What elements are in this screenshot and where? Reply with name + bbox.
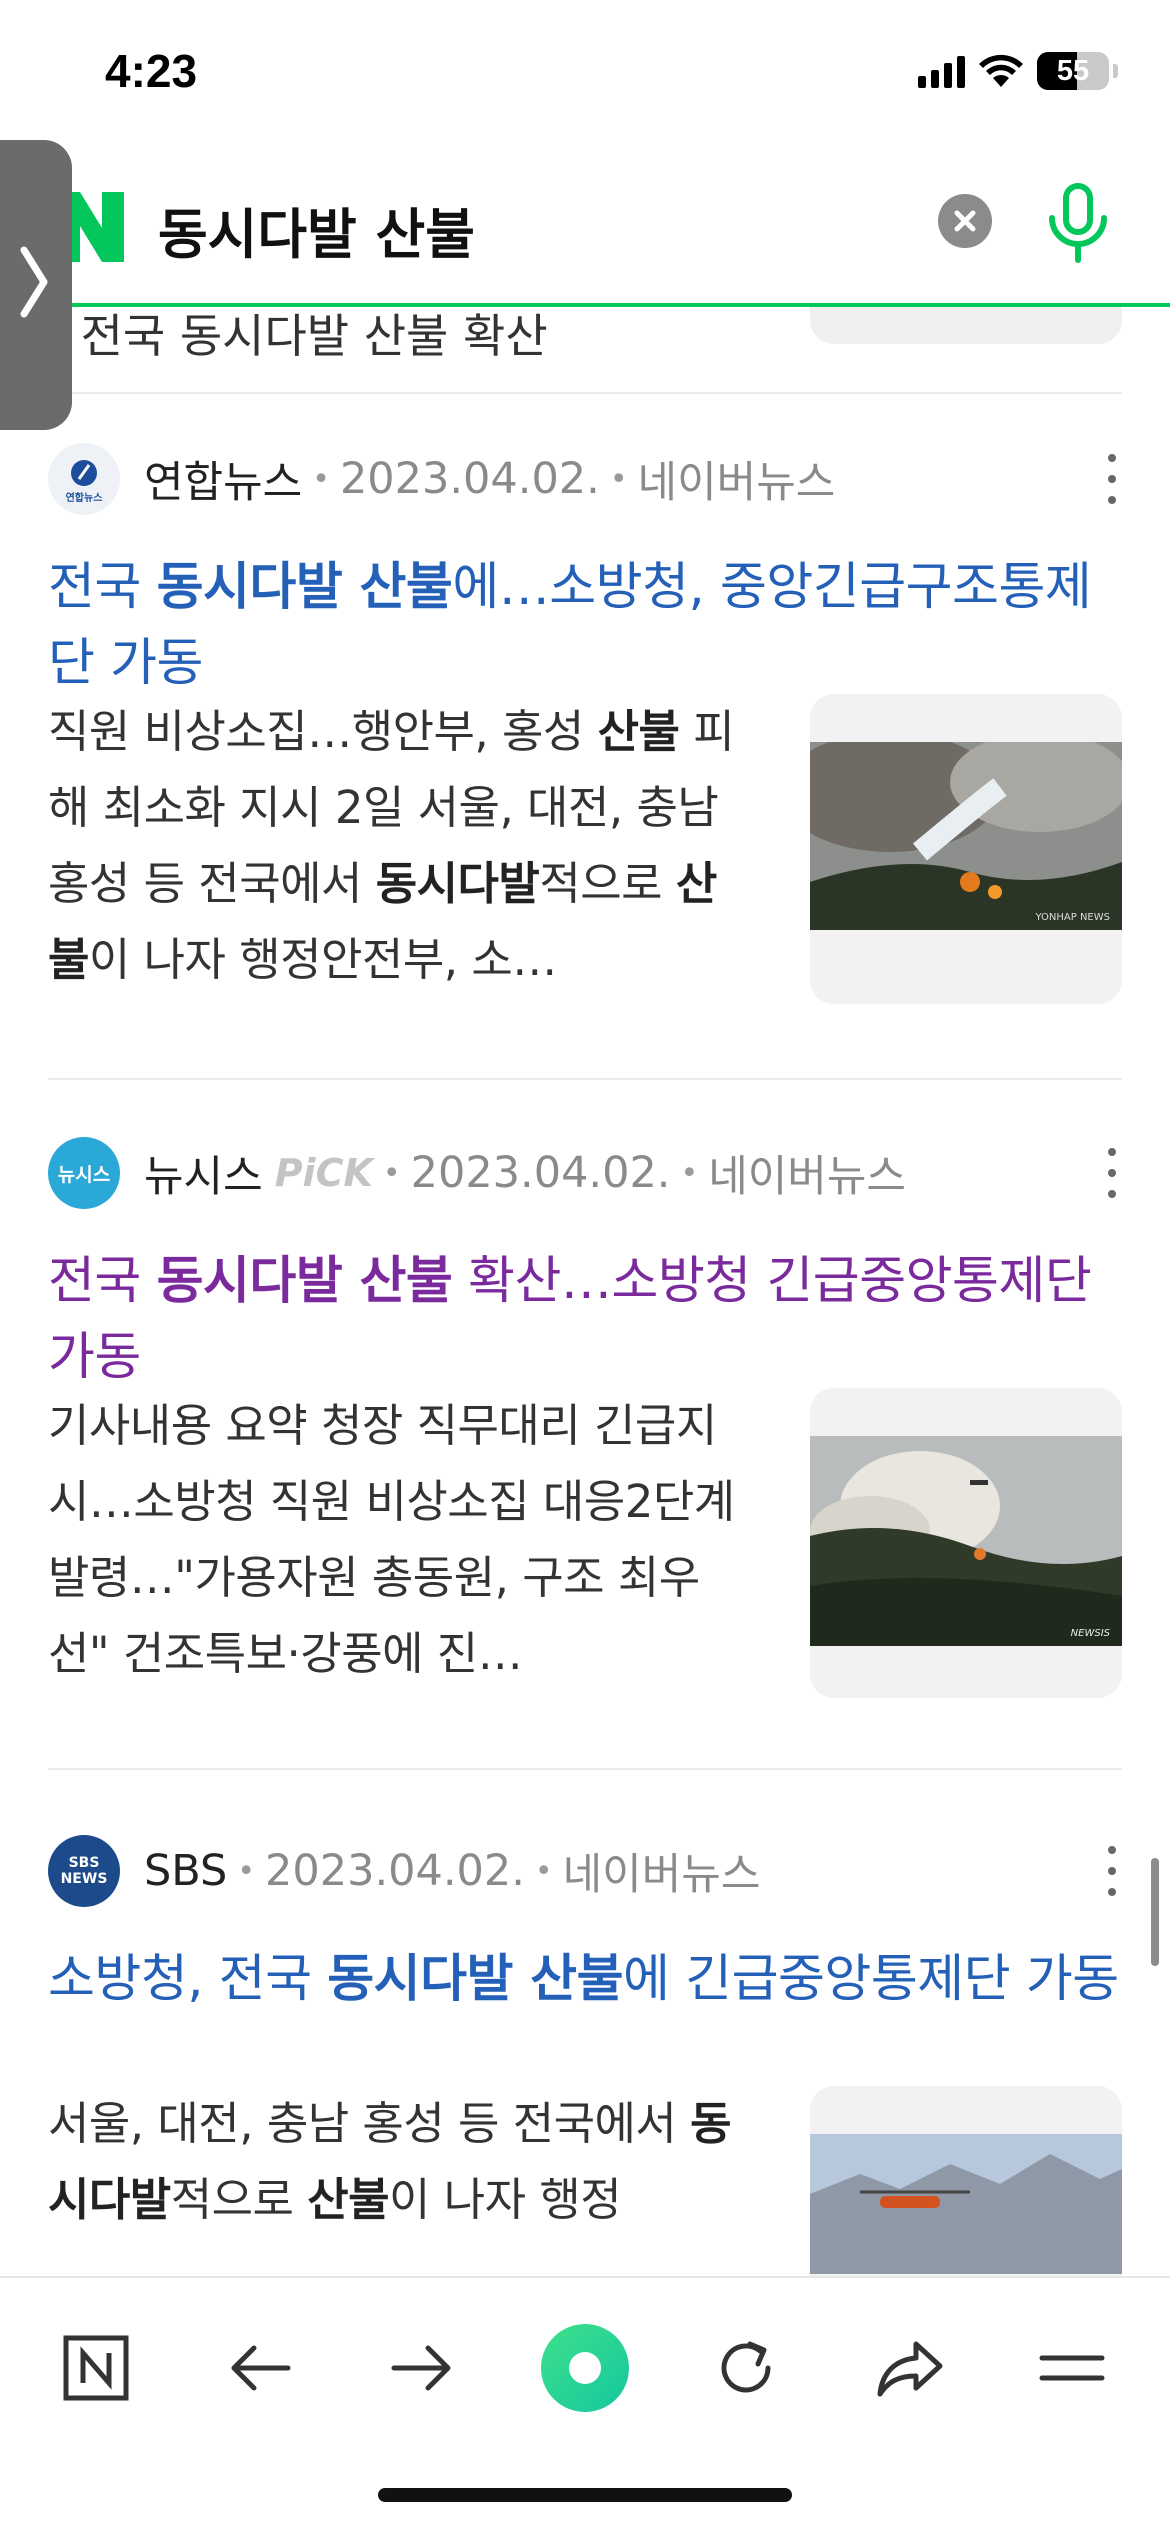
arrow-left-icon (231, 2345, 291, 2391)
keyword-highlight: 산불 (307, 2173, 390, 2226)
news-item[interactable]: 연합뉴스 연합뉴스 • 2023.04.02. • 네이버뉴스 전국 동시다발 … (48, 442, 1122, 1042)
microphone-icon[interactable] (1042, 182, 1114, 266)
text-segment: 적으로 (539, 857, 676, 910)
news-headline[interactable]: 전국 동시다발 산불에…소방청, 중앙긴급구조통제단 가동 (48, 550, 1122, 702)
pick-badge: PiCK (274, 1151, 373, 1195)
news-snippet[interactable]: 직원 비상소집…행안부, 홍성 산불 피해 최소화 지시 2일 서울, 대전, … (48, 694, 756, 998)
news-item[interactable]: SBS NEWS SBS • 2023.04.02. • 네이버뉴스 소방청, … (48, 1834, 1122, 2396)
text-segment: 이 나자 행정안전부, 소… (88, 933, 557, 986)
press-name[interactable]: 뉴시스 (144, 1142, 263, 1204)
status-icons: 55 (918, 52, 1118, 90)
news-date: 2023.04.02. (339, 454, 600, 504)
battery-icon: 55 (1037, 52, 1109, 90)
naver-news-link[interactable]: 네이버뉴스 (638, 448, 836, 510)
press-name[interactable]: 연합뉴스 (144, 448, 302, 510)
news-item[interactable]: 뉴시스 뉴시스 PiCK • 2023.04.02. • 네이버뉴스 전국 동시… (48, 1136, 1122, 1736)
press-name[interactable]: SBS (144, 1846, 227, 1896)
text-segment: 전국 (48, 558, 157, 617)
more-options-icon[interactable] (1102, 1846, 1122, 1896)
svg-text:YONHAP NEWS: YONHAP NEWS (1034, 912, 1110, 923)
previous-item-fragment: ] 전국 동시다발 산불 확산 (48, 309, 548, 363)
news-thumbnail[interactable]: NEWSIS (810, 1388, 1122, 1698)
keyword-highlight: 동시다발 산불 (327, 1950, 624, 2009)
status-bar: 4:23 55 (0, 0, 1170, 150)
wildfire-helicopter-image: YONHAP NEWS (810, 742, 1122, 930)
naver-home-button[interactable] (48, 2320, 144, 2416)
news-date: 2023.04.02. (410, 1148, 671, 1198)
scroll-indicator[interactable] (1151, 1858, 1159, 1966)
press-logo-sbs[interactable]: SBS NEWS (48, 1835, 120, 1907)
text-segment: 이 나자 행정 (389, 2173, 622, 2226)
keyword-highlight: 산불 (597, 705, 680, 758)
divider (48, 1078, 1122, 1080)
news-meta: 뉴시스 뉴시스 PiCK • 2023.04.02. • 네이버뉴스 (48, 1136, 1122, 1210)
wildfire-smoke-image: NEWSIS (810, 1436, 1122, 1646)
battery-level: 55 (1056, 55, 1090, 87)
svg-text:NEWSIS: NEWSIS (1071, 1628, 1111, 1639)
reload-button[interactable] (698, 2320, 794, 2416)
green-dot-icon (541, 2324, 629, 2412)
keyword-highlight: 동시다발 (375, 857, 540, 910)
news-snippet[interactable]: 기사내용 요약 청장 직무대리 긴급지시…소방청 직원 비상소집 대응2단계 발… (48, 1388, 756, 1692)
hamburger-menu-icon (1039, 2355, 1105, 2381)
press-logo-newsis[interactable]: 뉴시스 (48, 1137, 120, 1209)
search-header: 동시다발 산불 (0, 150, 1170, 307)
home-indicator[interactable] (378, 2488, 792, 2502)
close-icon (954, 210, 976, 232)
yonhap-logo-icon: 연합뉴스 (66, 460, 103, 504)
forward-button[interactable] (374, 2320, 470, 2416)
side-drawer-handle[interactable] (0, 140, 72, 430)
news-headline[interactable]: 소방청, 전국 동시다발 산불에 긴급중앙통제단 가동 (48, 1942, 1122, 2018)
text-segment: 적으로 (170, 2173, 308, 2226)
naver-news-link[interactable]: 네이버뉴스 (708, 1142, 906, 1204)
back-button[interactable] (212, 2320, 308, 2416)
search-input[interactable]: 동시다발 산불 (158, 190, 475, 269)
svg-text:연합뉴스: 연합뉴스 (66, 491, 103, 504)
menu-button[interactable] (1024, 2320, 1120, 2416)
news-meta: SBS NEWS SBS • 2023.04.02. • 네이버뉴스 (48, 1834, 1122, 1908)
text-segment: 소방청, 전국 (48, 1950, 328, 2009)
fire-helicopter-image (810, 2134, 1122, 2274)
news-date: 2023.04.02. (265, 1846, 525, 1896)
cellular-signal-icon (918, 54, 965, 88)
naver-n-icon (63, 2335, 129, 2401)
news-snippet[interactable]: 서울, 대전, 충남 홍성 등 전국에서 동시다발적으로 산불이 나자 행정 (48, 2086, 756, 2238)
share-icon (877, 2341, 943, 2397)
text-segment: 기사내용 요약 청장 직무대리 긴급지시…소방청 직원 비상소집 대응2단계 발… (48, 1399, 735, 1680)
text-segment: 서울, 대전, 충남 홍성 등 전국에서 (48, 2097, 691, 2150)
text-segment: 전국 (48, 1252, 157, 1311)
share-button[interactable] (862, 2320, 958, 2416)
clear-search-button[interactable] (938, 194, 992, 248)
text-segment: 에 긴급중앙통제단 가동 (623, 1950, 1119, 2009)
keyword-highlight: 동시다발 산불 (156, 558, 453, 617)
news-meta: 연합뉴스 연합뉴스 • 2023.04.02. • 네이버뉴스 (48, 442, 1122, 516)
divider (48, 1768, 1122, 1770)
chevron-right-icon (20, 246, 48, 318)
divider (48, 392, 1122, 394)
battery-tip (1113, 64, 1118, 78)
more-options-icon[interactable] (1102, 454, 1122, 504)
naver-news-link[interactable]: 네이버뉴스 (563, 1840, 761, 1902)
arrow-right-icon (391, 2345, 451, 2391)
news-headline[interactable]: 전국 동시다발 산불 확산…소방청 긴급중앙통제단 가동 (48, 1244, 1122, 1396)
reload-icon (721, 2341, 771, 2393)
news-thumbnail[interactable]: YONHAP NEWS (810, 694, 1122, 1004)
press-logo-yonhap[interactable]: 연합뉴스 (48, 443, 120, 515)
wifi-icon (979, 54, 1023, 87)
text-segment: 직원 비상소집…행안부, 홍성 (48, 705, 598, 758)
keyword-highlight: 동시다발 산불 (156, 1252, 453, 1311)
green-dot-button[interactable] (537, 2320, 633, 2416)
more-options-icon[interactable] (1102, 1148, 1122, 1198)
status-time: 4:23 (105, 45, 198, 97)
